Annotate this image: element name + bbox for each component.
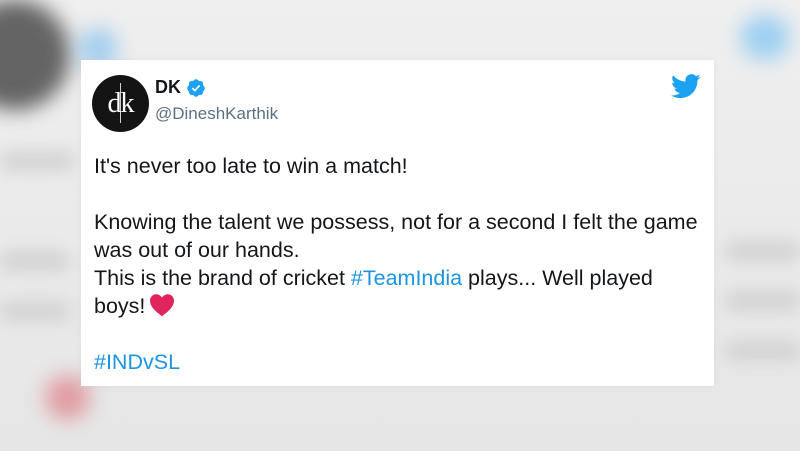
hashtag-link[interactable]: #INDvSL: [94, 350, 180, 374]
background-text-blur: [725, 290, 800, 312]
tweet-text-segment: This is the brand of cricket: [94, 266, 351, 290]
tweet-line: Knowing the talent we possess, not for a…: [94, 210, 698, 262]
tweet-line: This is the brand of cricket #TeamIndia …: [94, 264, 704, 320]
background-text-blur: [0, 300, 70, 322]
avatar-logo-stroke: [120, 83, 121, 123]
background-text-blur: [0, 250, 70, 272]
background-text-blur: [0, 150, 75, 172]
paragraph-break: [94, 180, 704, 208]
hashtag-link[interactable]: #TeamIndia: [351, 266, 462, 290]
verified-badge-icon: [187, 78, 205, 97]
tweet-text: It's never too late to win a match! Know…: [94, 152, 704, 376]
tweet-line: #INDvSL: [94, 348, 704, 376]
background-bird-blur: [740, 15, 790, 60]
user-handle[interactable]: @DineshKarthik: [155, 104, 278, 124]
tweet-line: It's never too late to win a match!: [94, 154, 408, 178]
background-text-blur: [725, 240, 800, 262]
tweet-card[interactable]: dk DK @DineshKarthik It's never too late…: [81, 60, 714, 386]
avatar[interactable]: dk: [92, 75, 149, 132]
name-row: DK: [155, 77, 278, 98]
display-name[interactable]: DK: [155, 77, 181, 98]
red-heart-emoji-icon: [150, 294, 175, 317]
paragraph-break: [94, 320, 704, 348]
twitter-bird-icon[interactable]: [671, 74, 701, 99]
user-info: DK @DineshKarthik: [155, 77, 278, 124]
background-text-blur: [725, 340, 800, 362]
